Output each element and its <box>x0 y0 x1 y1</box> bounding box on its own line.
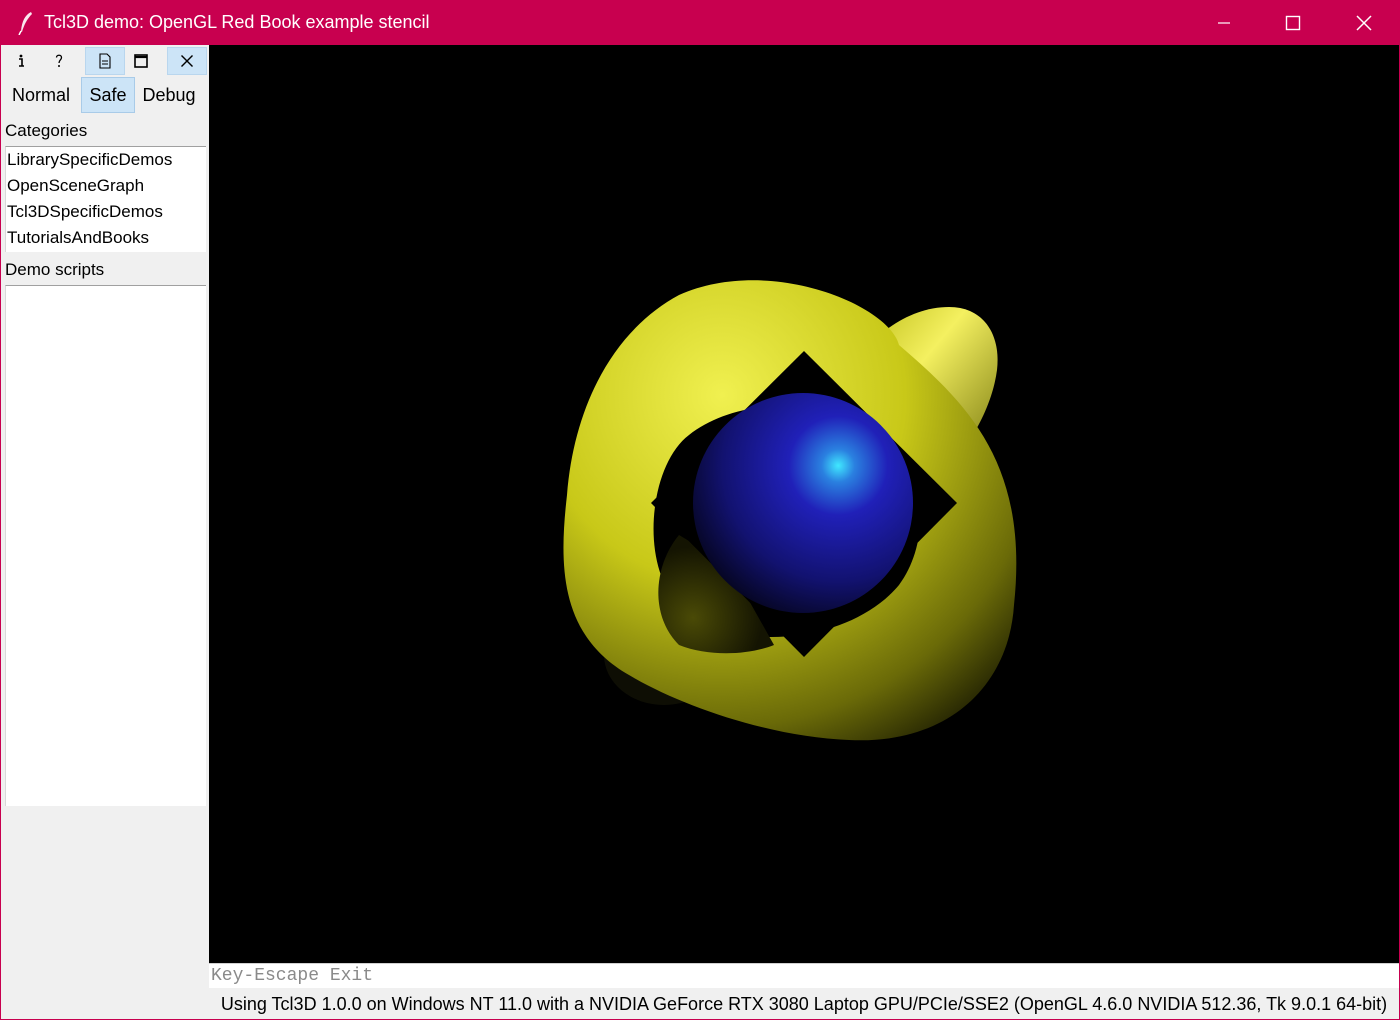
demo-scripts-label: Demo scripts <box>5 260 105 279</box>
title-bar[interactable]: Tcl3D demo: OpenGL Red Book example sten… <box>1 1 1399 45</box>
list-item[interactable]: TutorialsAndBooks <box>6 225 206 251</box>
maximize-icon <box>134 54 148 68</box>
fullscreen-button[interactable] <box>121 47 161 75</box>
help-button[interactable] <box>39 47 79 75</box>
demo-scripts-list[interactable] <box>5 285 206 806</box>
mode-safe-button[interactable]: Safe <box>81 77 135 113</box>
info-icon <box>19 54 24 67</box>
feather-icon <box>17 11 35 36</box>
info-button[interactable] <box>1 47 41 75</box>
exit-button[interactable] <box>167 47 207 75</box>
source-button[interactable] <box>85 47 125 75</box>
info-line: Key-Escape Exit <box>209 963 1399 988</box>
list-item[interactable]: Tcl3DSpecificDemos <box>6 199 206 225</box>
maximize-button[interactable] <box>1258 1 1328 45</box>
list-item[interactable]: LibrarySpecificDemos <box>6 147 206 173</box>
window-maximize-icon <box>1285 15 1301 31</box>
minimize-icon <box>1218 22 1230 24</box>
close-window-button[interactable] <box>1329 1 1399 45</box>
status-line: Using Tcl3D 1.0.0 on Windows NT 11.0 wit… <box>220 994 1388 1014</box>
stencil-scene <box>563 280 1017 741</box>
help-icon <box>55 54 63 67</box>
document-icon <box>99 53 111 69</box>
opengl-canvas[interactable] <box>209 45 1399 963</box>
mode-debug-button[interactable]: Debug <box>137 77 201 113</box>
categories-list[interactable]: LibrarySpecificDemos OpenSceneGraph Tcl3… <box>5 146 206 252</box>
app-window: Tcl3D demo: OpenGL Red Book example sten… <box>0 0 1400 1020</box>
list-item[interactable]: OpenSceneGraph <box>6 173 206 199</box>
mode-normal-button[interactable]: Normal <box>5 77 77 113</box>
close-icon <box>181 55 193 67</box>
minimize-button[interactable] <box>1189 1 1259 45</box>
left-panel: Normal Safe Debug Categories LibrarySpec… <box>1 45 208 1019</box>
window-close-icon <box>1356 15 1372 31</box>
sphere <box>693 393 913 613</box>
window-title: Tcl3D demo: OpenGL Red Book example sten… <box>44 12 430 32</box>
categories-label: Categories <box>5 121 88 140</box>
